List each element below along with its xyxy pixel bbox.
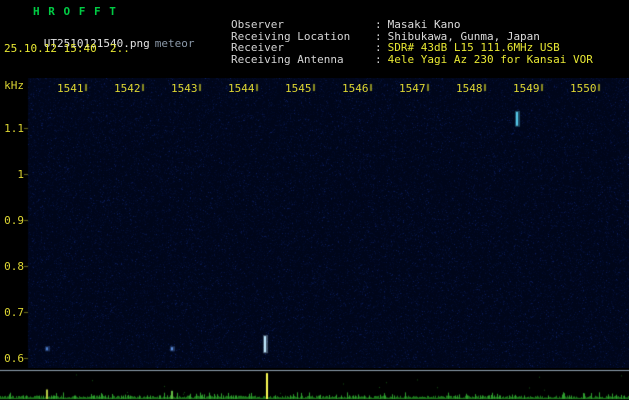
frequency-axis-tick: 0.8 [4, 260, 24, 273]
time-axis-tick: 1545 [285, 82, 312, 95]
time-axis-tick: 1550 [570, 82, 597, 95]
time-axis-tick: 1543 [171, 82, 198, 95]
frequency-axis-tick: 1.1 [4, 122, 24, 135]
frequency-axis-tick: 0.6 [4, 352, 24, 365]
time-axis-tick: 1544 [228, 82, 255, 95]
time-axis-tick: 1546 [342, 82, 369, 95]
station-info: Observer: Masaki Kano Receiving Location:… [178, 5, 593, 66]
header: H R O F F T UT2510121540.png meteor 25.10… [0, 0, 629, 78]
spectrogram-canvas [0, 78, 629, 368]
time-axis-tick: 1549 [513, 82, 540, 95]
info-row: Observer: Masaki Kano [178, 5, 593, 31]
time-axis-tick: 1547 [399, 82, 426, 95]
signal-level-canvas [0, 368, 629, 400]
time-axis-tick: 1542 [114, 82, 141, 95]
info-value: 4ele Yagi Az 230 for Kansai VOR [387, 52, 593, 66]
frequency-axis-tick: 1 [17, 168, 24, 181]
frequency-axis-tick: 0.9 [4, 214, 24, 227]
time-axis-tick: 1548 [456, 82, 483, 95]
hrofft-window: H R O F F T UT2510121540.png meteor 25.10… [0, 0, 629, 400]
app-title: H R O F F T [33, 5, 117, 18]
info-label: Receiving Antenna [230, 52, 344, 66]
frequency-unit-label: kHz [4, 79, 24, 92]
info-separator: : [374, 52, 382, 66]
frequency-axis-tick: 0.7 [4, 306, 24, 319]
time-axis: 1541 1542 1543 1544 1545 1546 1547 1548 … [0, 82, 629, 95]
time-axis-tick: 1541 [57, 82, 84, 95]
frequency-axis: kHz 1.1 1 0.9 0.8 0.7 0.6 [0, 0, 26, 400]
